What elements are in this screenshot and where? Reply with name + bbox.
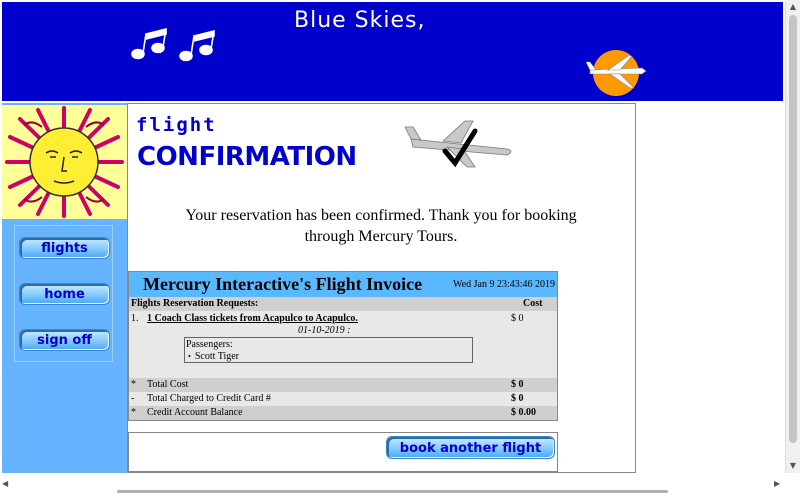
passengers-box: Passengers: • Scott Tiger [184, 337, 473, 363]
confirmation-message: Your reservation has been confirmed. Tha… [185, 207, 577, 245]
sign-off-button[interactable]: sign off [19, 329, 110, 351]
total-cost-row: * Total Cost $ 0 [129, 378, 557, 392]
music-notes-icon [131, 27, 215, 62]
passenger-item: • Scott Tiger [188, 351, 239, 362]
credit-balance-label: Credit Account Balance [147, 407, 243, 418]
passengers-label: Passengers: [186, 339, 233, 350]
item-date: 01-10-2019 : [298, 325, 351, 336]
total-charged-row: - Total Charged to Credit Card # $ 0 [131, 393, 524, 404]
heading-flight: flight [136, 114, 217, 136]
credit-balance-row: * Credit Account Balance $ 0.00 [129, 406, 557, 420]
vertical-scroll-thumb[interactable] [789, 15, 797, 443]
flight-invoice: Mercury Interactive's Flight Invoice Wed… [128, 271, 558, 421]
total-cost-value: $ 0 [511, 379, 524, 390]
sun-face-logo [2, 105, 127, 219]
item-cost: $ 0 [511, 313, 524, 324]
col-requests: Flights Reservation Requests: [131, 298, 259, 309]
site-header-banner: Blue Skies, [2, 2, 783, 101]
invoice-date: Wed Jan 9 23:43:46 2019 [453, 279, 555, 290]
plane-checkmark-icon [404, 120, 512, 168]
flights-button[interactable]: flights [19, 237, 110, 259]
col-cost: Cost [523, 298, 543, 309]
vertical-scrollbar[interactable]: ▲ ▼ [785, 0, 800, 473]
invoice-header: Mercury Interactive's Flight Invoice Wed… [129, 272, 557, 297]
site-title: Blue Skies, [294, 8, 426, 33]
scroll-down-icon[interactable]: ▼ [786, 459, 800, 473]
invoice-column-header: Flights Reservation Requests: Cost [129, 297, 557, 311]
item-description: 1 Coach Class tickets from Acapulco to A… [147, 313, 358, 324]
total-charged-value: $ 0 [511, 393, 524, 404]
scroll-up-icon[interactable]: ▲ [786, 0, 800, 14]
horizontal-scroll-thumb[interactable] [117, 490, 668, 493]
credit-balance-value: $ 0.00 [511, 407, 536, 418]
horizontal-scrollbar[interactable]: ◀ ▶ [0, 473, 785, 498]
browser-viewport: Blue Skies, flights home sign off flight… [0, 0, 785, 473]
scroll-left-icon[interactable]: ◀ [2, 479, 8, 488]
heading-confirmation: CONFIRMATION [137, 142, 357, 172]
item-number: 1. [131, 313, 139, 324]
sunset-plane-icon [585, 50, 647, 96]
home-button[interactable]: home [19, 283, 110, 305]
total-cost-label: Total Cost [147, 379, 189, 390]
book-another-flight-button[interactable]: book another flight [386, 436, 555, 459]
scroll-right-icon[interactable]: ▶ [774, 479, 780, 488]
invoice-title: Mercury Interactive's Flight Invoice [143, 274, 423, 294]
scrollbar-corner [785, 473, 800, 498]
nav-button-panel: flights home sign off [14, 225, 113, 362]
total-charged-label: Total Charged to Credit Card # [147, 393, 271, 404]
